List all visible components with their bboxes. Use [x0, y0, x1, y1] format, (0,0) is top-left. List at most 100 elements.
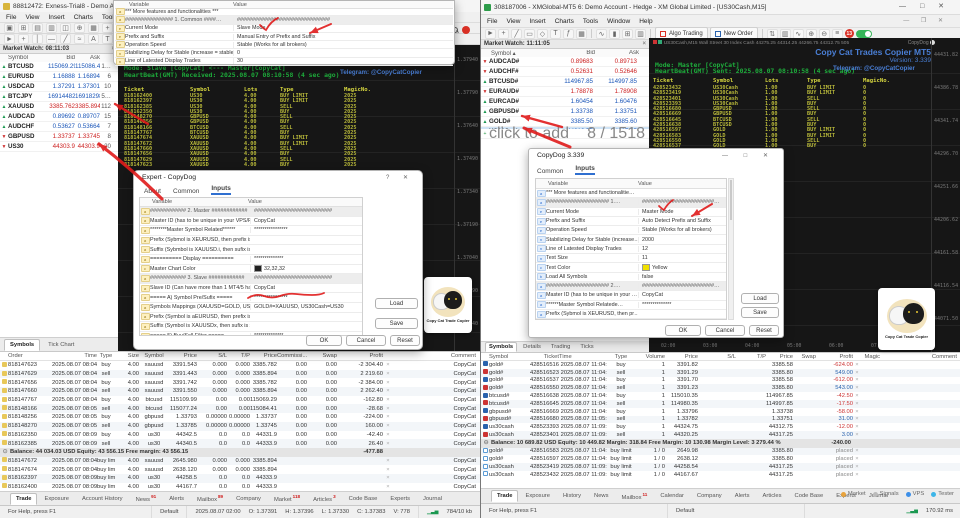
cancel-button[interactable]: Cancel [346, 335, 386, 346]
mt4-market-watch-header[interactable]: Market Watch: 08:11:03 × [0, 45, 118, 54]
tab-trading[interactable]: Trading [547, 342, 574, 352]
tab-common[interactable]: Common [537, 168, 563, 175]
scrollbar[interactable] [728, 178, 734, 320]
input-row[interactable]: a********Master Symbol Related**********… [140, 226, 362, 236]
market-watch-add-row[interactable]: + click to add 8 / 1518 [481, 129, 649, 139]
position-row[interactable]: btcusd#428516638 2025.08.07 11:04:buy111… [481, 392, 960, 400]
toolbar-icon[interactable]: ∿ [596, 29, 607, 39]
market-watch-row-audcad#[interactable]: ▼AUDCAD#0.896830.89713 [481, 57, 649, 67]
menu-help[interactable]: Help [639, 18, 652, 25]
toolbar-icon[interactable]: A [88, 34, 99, 44]
menu-file[interactable]: File [487, 18, 497, 25]
toolbar-icon[interactable]: ▣ [4, 23, 15, 33]
menu-view[interactable]: View [506, 18, 520, 25]
menu-insert[interactable]: Insert [48, 14, 64, 21]
toolbar-icon[interactable]: ⇅ [767, 29, 778, 39]
close-order-icon[interactable]: × [386, 475, 389, 481]
input-row[interactable]: aSuffix (Symbol is XAUUSDx, then sufix i… [140, 322, 362, 332]
input-row[interactable]: a##################### 2.…##############… [536, 282, 726, 291]
input-row[interactable]: a############ 3. Slave #################… [140, 274, 362, 284]
tab-details[interactable]: Details [519, 342, 545, 352]
close-order-icon[interactable]: × [386, 441, 389, 447]
tab-trade[interactable]: Trade [10, 493, 37, 505]
menu-insert[interactable]: Insert [529, 18, 545, 25]
toolbar-icon[interactable]: ⊕ [806, 29, 817, 39]
chart-window-controls[interactable]: — ❐ ✕ [903, 17, 948, 24]
position-row[interactable]: gold#428516550 2025.08.07 11:04:sell1339… [481, 384, 960, 392]
tab-market[interactable]: Market118 [268, 491, 306, 506]
order-row[interactable]: 8181476232025.08.07 08:04:50buy4.00xauus… [0, 361, 480, 370]
mt5-market-watch-header[interactable]: Market Watch: 11:11:05 × [481, 40, 649, 49]
tab-symbols[interactable]: Symbols [485, 342, 517, 352]
position-row[interactable]: us30cash428523401 2025.08.07 11:09:sell1… [481, 431, 960, 439]
notifications-badge[interactable]: 13 [845, 29, 854, 38]
save-button[interactable]: Save [741, 307, 779, 318]
input-row[interactable]: eOperation SpeedStable (Works for all br… [115, 41, 453, 49]
market-watch-row-btcjpy[interactable]: ▲BTCJPY16914482169182985… [0, 92, 118, 102]
input-row[interactable]: eCurrent ModeMaster Mode [536, 208, 726, 217]
menu-window[interactable]: Window [607, 18, 630, 25]
tab-experts[interactable]: Experts [384, 493, 416, 505]
position-row[interactable]: us30cash428523432 2025.08.07 11:09:buy l… [481, 471, 960, 479]
input-row[interactable]: ePrefix and SuffixAuto Detect Prefix and… [536, 217, 726, 226]
input-row[interactable]: aPrefix (Symbol is aEURUSD, then prefix … [140, 313, 362, 323]
input-row[interactable]: aPrefix (Sybmol is XEURUSD, then prefix … [140, 236, 362, 246]
terminal-table-header[interactable]: OrderTimeTypeSizeSymbolPriceS/LT/PPriceC… [0, 351, 480, 361]
toolbar-icon[interactable]: ⊖ [819, 29, 830, 39]
close-order-icon[interactable]: × [386, 432, 389, 438]
market-watch-row-btcusd#[interactable]: ▲BTCUSD#114967.85114997.85 [481, 77, 649, 87]
position-row[interactable]: us30cash428523393 2025.08.07 11:09:buy14… [481, 423, 960, 431]
input-row[interactable]: a******Master Symbol Relatede…**********… [536, 301, 726, 310]
market-watch-row-euraud#[interactable]: ▼EURAUD#1.788781.78908 [481, 87, 649, 97]
menu-charts[interactable]: Charts [74, 14, 93, 21]
toolbar-icon[interactable]: ⊞ [622, 29, 633, 39]
input-row[interactable]: cMaster Chart Color32,32,32 [140, 265, 362, 275]
input-row[interactable]: aMaster ID (has to be unique in your …Co… [536, 291, 726, 300]
toolbar-icon[interactable]: + [498, 29, 509, 39]
tab-company[interactable]: Company [230, 493, 267, 505]
close-order-icon[interactable]: × [386, 484, 389, 490]
input-row[interactable]: a*** More features and functionalities *… [115, 8, 453, 16]
close-position-icon[interactable]: × [855, 401, 858, 407]
order-row[interactable]: 8181623972025.08.07 08:09:30buy limit4.0… [0, 474, 480, 483]
status-profile[interactable]: Default [152, 506, 187, 518]
tab-code-base[interactable]: Code Base [789, 490, 830, 502]
load-button[interactable]: Load [741, 293, 779, 304]
toolbar-icon[interactable]: ╱ [511, 29, 522, 39]
close-position-icon[interactable]: × [855, 393, 858, 399]
dialog-controls[interactable]: ? ✕ [386, 174, 414, 181]
order-row[interactable]: 8181482562025.08.07 08:05:02buy4.00gbpus… [0, 413, 480, 422]
close-order-icon[interactable]: × [386, 467, 389, 473]
order-row[interactable]: 8181476292025.08.07 08:04:51sell4.00xauu… [0, 370, 480, 379]
tab-tick-chart[interactable]: Tick Chart [42, 339, 80, 351]
toolbar-icon[interactable]: + [102, 23, 113, 33]
tab-exposure[interactable]: Exposure [519, 490, 556, 502]
toolbar-icon[interactable]: ▥ [780, 29, 791, 39]
market-watch-row-gbpusd#[interactable]: ▲GBPUSD#1.337381.33751 [481, 107, 649, 117]
tab-exposure[interactable]: Exposure [38, 493, 75, 505]
toolbar-icon[interactable]: ▭ [524, 29, 535, 39]
input-row[interactable]: nStabilizing Delay for Stable (increase … [115, 49, 453, 57]
order-row[interactable]: 8181624002025.08.07 08:09:30buy limit4.0… [0, 483, 480, 492]
toolbar-icon[interactable]: ▦ [576, 29, 587, 39]
close-order-icon[interactable]: × [386, 371, 389, 377]
save-button[interactable]: Save [375, 318, 418, 329]
tab-inputs[interactable]: Inputs [575, 165, 595, 175]
toolbar-icon[interactable]: ⊞ [18, 23, 29, 33]
tab-calendar[interactable]: Calendar [654, 490, 690, 502]
load-button[interactable]: Load [375, 298, 418, 309]
market-watch-row-gbpusd[interactable]: ▼GBPUSD1.337371.337458 [0, 132, 118, 142]
order-row[interactable]: 8181481662025.08.07 08:05:01sell4.00btcu… [0, 404, 480, 413]
toolbar-icon[interactable]: — [46, 34, 57, 44]
tab-news[interactable]: News [588, 490, 615, 502]
position-row[interactable]: gold#428516583 2025.08.07 11:04:buy limi… [481, 448, 960, 456]
input-row[interactable]: nLine of Latested Display Trades30 [115, 58, 453, 66]
tab-symbols[interactable]: Symbols [4, 339, 40, 351]
toolbar-icon[interactable]: ≈ [74, 34, 85, 44]
toolbar-icon[interactable]: ► [485, 29, 496, 39]
reset-button[interactable]: Reset [749, 325, 779, 336]
ok-button[interactable]: OK [306, 335, 342, 346]
tab-history[interactable]: History [557, 490, 587, 502]
ok-button[interactable]: OK [665, 325, 701, 336]
input-row[interactable]: eOperation SpeedStable (Works for all br… [536, 226, 726, 235]
